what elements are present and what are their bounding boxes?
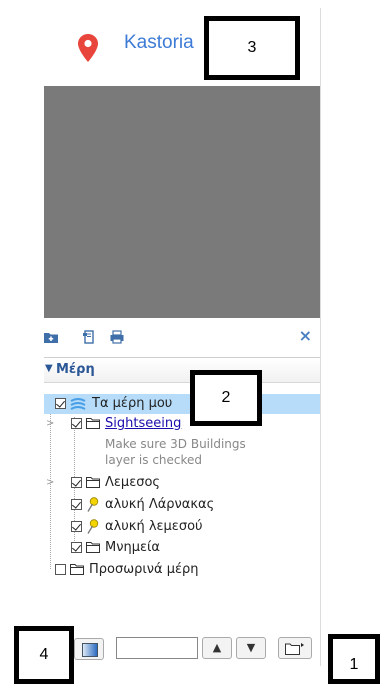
collapse-triangle-icon[interactable]: ▼ — [45, 363, 53, 374]
checkbox[interactable] — [55, 398, 66, 409]
callout-number: 3 — [247, 39, 257, 56]
yellow-pushpin-icon — [87, 519, 99, 534]
checkbox[interactable] — [71, 542, 82, 553]
yellow-pushpin-icon — [87, 497, 99, 512]
callout-number: 2 — [221, 389, 231, 406]
tree-item-label: αλυκή Λάρνακας — [105, 497, 215, 512]
tree-item-label: Μνημεία — [105, 540, 160, 555]
places-header-label: Μέρη — [56, 362, 95, 377]
callout-box-2: 2 — [190, 370, 262, 426]
folder-icon — [86, 418, 100, 429]
opacity-slider[interactable] — [116, 637, 198, 659]
folder-icon — [70, 564, 84, 575]
callout-box-1: 1 — [328, 634, 380, 684]
folder-menu-button[interactable] — [278, 637, 312, 659]
move-down-button[interactable]: ▼ — [236, 637, 266, 659]
checkbox[interactable] — [71, 477, 82, 488]
tree-item-label: Λεμεσος — [105, 475, 161, 490]
checkbox[interactable] — [71, 521, 82, 532]
callout-box-4: 4 — [14, 626, 74, 684]
bottom-toolbar: ▲ ▼ — [44, 632, 320, 666]
my-places-globe-icon — [70, 398, 86, 410]
opacity-gradient-icon — [82, 643, 98, 657]
tree-item-link[interactable]: Sightseeing — [105, 414, 181, 434]
checkbox[interactable] — [71, 499, 82, 510]
callout-box-3: 3 — [204, 16, 300, 80]
arrow-up-icon: ▲ — [212, 641, 222, 654]
map-view[interactable] — [44, 86, 320, 318]
folder-icon — [86, 542, 100, 553]
close-panel-button[interactable]: × — [299, 326, 312, 345]
tree-item-my-places[interactable]: Τα μέρη μου — [44, 394, 320, 414]
tree-item-label: αλυκή λεμεσού — [105, 519, 203, 534]
add-folder-icon[interactable] — [44, 330, 58, 344]
callout-number: 1 — [349, 656, 359, 673]
checkbox[interactable] — [71, 418, 82, 429]
place-name[interactable]: Kastoria — [124, 32, 194, 54]
expand-arrow-icon[interactable]: > — [46, 414, 54, 434]
map-pin-icon — [78, 34, 98, 62]
tree-item-label: Τα μέρη μου — [92, 396, 173, 411]
copy-icon[interactable] — [82, 330, 96, 344]
places-toolbar: × — [44, 322, 320, 352]
item-description: layer is checked — [105, 453, 203, 467]
sidebar-panel: Kastoria × ▼ Μέρη Τα μέρη μου > Sightsee… — [44, 8, 321, 666]
move-up-button[interactable]: ▲ — [202, 637, 232, 659]
expand-arrow-icon[interactable]: > — [46, 473, 54, 493]
print-icon[interactable] — [110, 330, 124, 344]
tree-item-label: Προσωρινά μέρη — [89, 562, 199, 577]
checkbox[interactable] — [55, 564, 66, 575]
opacity-button[interactable] — [74, 638, 104, 660]
callout-number: 4 — [39, 646, 49, 663]
arrow-down-icon: ▼ — [246, 641, 256, 654]
folder-icon — [86, 477, 100, 488]
item-description: Make sure 3D Buildings — [105, 437, 246, 451]
folder-menu-icon — [285, 643, 304, 655]
places-section-header[interactable]: ▼ Μέρη — [44, 357, 320, 383]
